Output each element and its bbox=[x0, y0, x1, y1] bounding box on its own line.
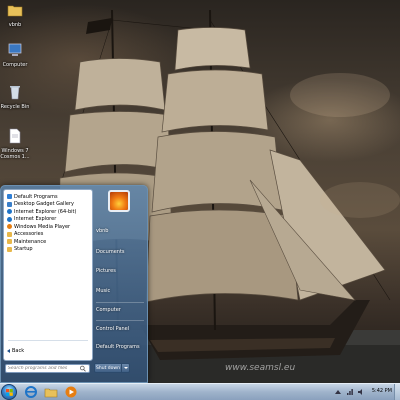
program-label: Accessories bbox=[14, 231, 44, 238]
search-input[interactable] bbox=[6, 365, 79, 372]
show-desktop-button[interactable] bbox=[394, 384, 400, 400]
system-clock[interactable]: 5:42 PM bbox=[372, 388, 392, 394]
gadget-icon bbox=[7, 201, 12, 207]
program-label: Startup bbox=[14, 246, 33, 253]
divider bbox=[96, 302, 144, 303]
computer-icon bbox=[8, 43, 22, 56]
program-internet-explorer[interactable]: Internet Explorer bbox=[5, 216, 93, 224]
desktop-icon-vbnb[interactable]: vbnb bbox=[0, 2, 30, 28]
program-label: Default Programs bbox=[14, 193, 58, 200]
folder-icon bbox=[7, 239, 12, 245]
link-control-panel[interactable]: Control Panel bbox=[96, 325, 146, 334]
program-label: Desktop Gadget Gallery bbox=[14, 201, 74, 208]
notification-area: 5:42 PM bbox=[310, 384, 400, 400]
program-label: Windows Media Player bbox=[14, 223, 71, 230]
program-desktop-gadget-gallery[interactable]: Desktop Gadget Gallery bbox=[5, 201, 93, 209]
network-icon[interactable] bbox=[346, 388, 354, 396]
program-windows-media-player[interactable]: Windows Media Player bbox=[5, 223, 93, 231]
link-pictures[interactable]: Pictures bbox=[96, 267, 146, 276]
internet-explorer-icon bbox=[7, 209, 12, 215]
back-button[interactable]: Back bbox=[5, 347, 93, 355]
folder-icon bbox=[7, 231, 12, 237]
divider bbox=[8, 340, 88, 341]
divider bbox=[96, 320, 144, 321]
document-icon bbox=[9, 128, 21, 144]
start-menu: Default Programs Desktop Gadget Gallery … bbox=[0, 185, 148, 383]
program-internet-explorer-64[interactable]: Internet Explorer (64-bit) bbox=[5, 208, 93, 216]
program-label: Internet Explorer (64-bit) bbox=[14, 208, 77, 215]
link-default-programs[interactable]: Default Programs bbox=[96, 343, 146, 352]
watermark-text: www.seamsl.eu bbox=[225, 363, 295, 373]
shutdown-button[interactable]: Shut down bbox=[94, 363, 122, 373]
all-programs-list: Default Programs Desktop Gadget Gallery … bbox=[5, 193, 93, 253]
program-label: Maintenance bbox=[14, 238, 47, 245]
link-documents[interactable]: Documents bbox=[96, 248, 146, 257]
back-label: Back bbox=[12, 347, 25, 354]
desktop-icon-label: Recycle Bin bbox=[0, 104, 30, 110]
program-folder-startup[interactable]: Startup bbox=[5, 246, 93, 254]
start-menu-places-pane: vbnb Documents Pictures Music Computer C… bbox=[94, 189, 146, 379]
user-avatar[interactable] bbox=[108, 190, 130, 212]
internet-explorer-icon[interactable] bbox=[24, 385, 38, 399]
link-music[interactable]: Music bbox=[96, 287, 146, 296]
default-programs-icon bbox=[7, 194, 12, 200]
show-hidden-icons-arrow[interactable] bbox=[334, 388, 342, 396]
folder-icon bbox=[7, 5, 23, 17]
desktop-icon-recycle-bin[interactable]: Recycle Bin bbox=[0, 84, 30, 110]
taskbar: 5:42 PM bbox=[0, 383, 400, 400]
desktop-icon-label: Windows 7 Cosmos 1... bbox=[0, 148, 30, 160]
start-button[interactable] bbox=[1, 384, 17, 400]
program-folder-maintenance[interactable]: Maintenance bbox=[5, 238, 93, 246]
windows-explorer-icon[interactable] bbox=[44, 385, 58, 399]
search-box[interactable] bbox=[5, 364, 90, 373]
program-default-programs[interactable]: Default Programs bbox=[5, 193, 93, 201]
desktop-icon-label: Computer bbox=[2, 62, 28, 68]
windows-logo-icon bbox=[6, 389, 13, 396]
recycle-bin-icon bbox=[10, 86, 20, 100]
link-user-folder[interactable]: vbnb bbox=[96, 227, 146, 236]
desktop-icon-computer[interactable]: Computer bbox=[0, 42, 30, 68]
internet-explorer-icon bbox=[7, 216, 12, 222]
search-icon[interactable] bbox=[79, 365, 87, 372]
media-player-icon bbox=[7, 224, 12, 230]
desktop-icon-label: vbnb bbox=[8, 22, 22, 28]
folder-icon bbox=[7, 246, 12, 252]
program-folder-accessories[interactable]: Accessories bbox=[5, 231, 93, 239]
back-arrow-icon bbox=[7, 348, 10, 353]
media-player-icon[interactable] bbox=[64, 385, 78, 399]
start-menu-programs-pane: Default Programs Desktop Gadget Gallery … bbox=[3, 189, 93, 361]
program-label: Internet Explorer bbox=[14, 216, 57, 223]
shutdown-control: Shut down bbox=[94, 363, 130, 373]
shutdown-options-arrow[interactable] bbox=[122, 363, 130, 373]
desktop-icon-document[interactable]: Windows 7 Cosmos 1... bbox=[0, 128, 30, 160]
link-computer[interactable]: Computer bbox=[96, 306, 146, 315]
volume-icon[interactable] bbox=[357, 388, 365, 396]
